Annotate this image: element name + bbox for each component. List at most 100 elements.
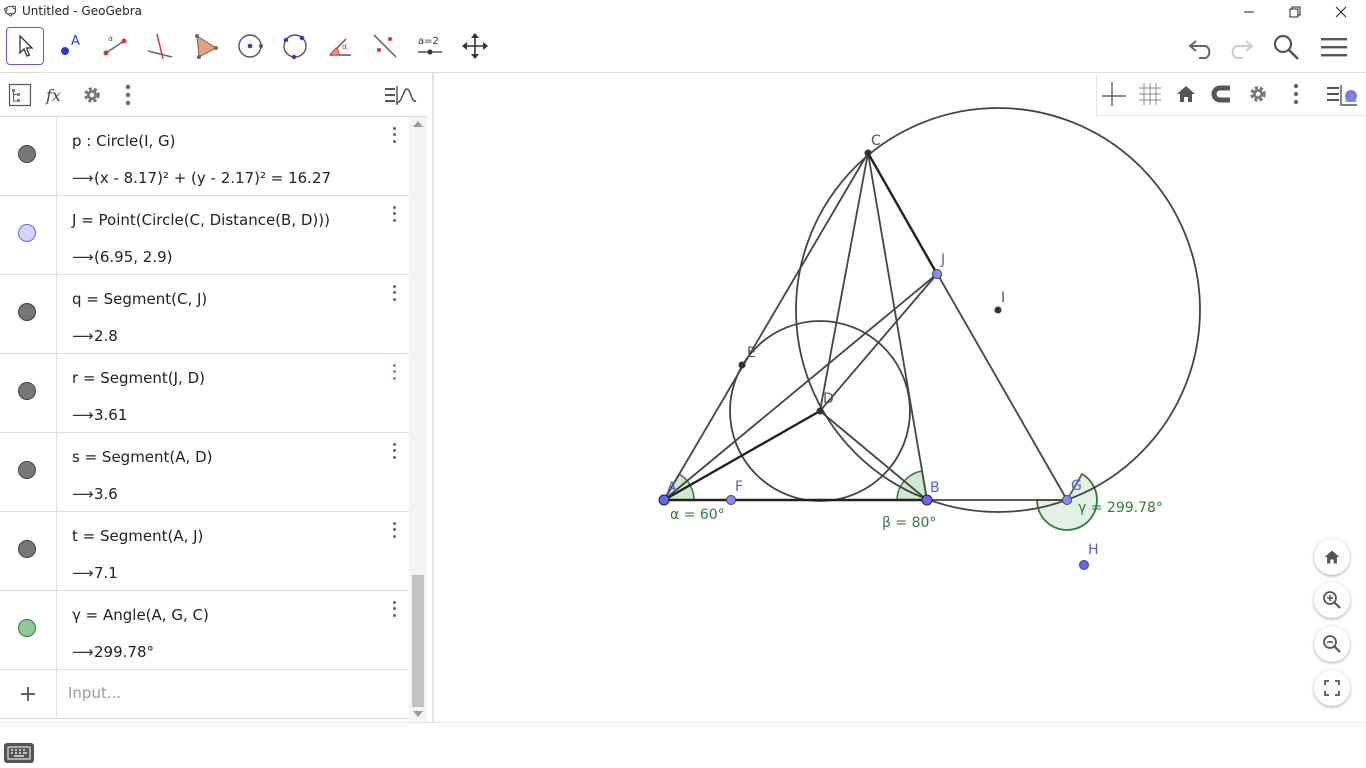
svg-text:a: a: [108, 34, 113, 43]
fullscreen-button[interactable]: [1314, 670, 1350, 706]
algebra-scrollbar[interactable]: [409, 117, 427, 723]
point-E[interactable]: [738, 361, 746, 369]
geometry-canvas[interactable]: A F B G C D E I J H α = 60° β = 80° γ = …: [434, 73, 1366, 723]
slider-tool[interactable]: a=2: [411, 27, 449, 65]
row-menu-button[interactable]: [386, 204, 402, 224]
polygon-tool[interactable]: [186, 27, 224, 65]
point-A[interactable]: [658, 494, 670, 506]
algebra-more-button[interactable]: [112, 79, 144, 111]
segment-t[interactable]: [663, 273, 938, 501]
row-definition[interactable]: r = Segment(J, D): [72, 369, 205, 387]
visibility-marker[interactable]: [0, 196, 57, 274]
main-menu-button[interactable]: [1316, 29, 1352, 65]
reflect-tool[interactable]: [366, 27, 404, 65]
angle-tool[interactable]: α: [321, 27, 359, 65]
grid-icon: [1139, 83, 1161, 105]
algebra-row[interactable]: γ = Angle(A, G, C) ⟶299.78°: [0, 591, 409, 670]
visibility-marker[interactable]: [0, 275, 57, 353]
algebra-row[interactable]: J = Point(Circle(C, Distance(B, D))) ⟶(6…: [0, 196, 409, 275]
scrollbar-thumb[interactable]: [412, 575, 424, 707]
visibility-marker[interactable]: [0, 591, 57, 669]
algebra-row[interactable]: s = Segment(A, D) ⟶3.6: [0, 433, 409, 512]
zoom-out-button[interactable]: [1314, 626, 1350, 662]
row-definition[interactable]: q = Segment(C, J): [72, 290, 207, 308]
zoom-in-button[interactable]: [1314, 582, 1350, 618]
row-menu-button[interactable]: [386, 125, 402, 145]
perspectives-button[interactable]: [382, 79, 418, 111]
algebra-input[interactable]: Input...: [68, 684, 121, 702]
row-definition[interactable]: p : Circle(I, G): [72, 132, 176, 150]
standard-view-button[interactable]: [1169, 77, 1203, 111]
graphics-more-button[interactable]: [1279, 77, 1313, 111]
point-F[interactable]: [726, 495, 736, 505]
line-tool[interactable]: a: [96, 27, 134, 65]
point-capturing-button[interactable]: [1205, 77, 1239, 111]
close-button[interactable]: [1318, 0, 1364, 23]
minimize-button[interactable]: [1226, 0, 1272, 23]
perpendicular-tool[interactable]: [141, 27, 179, 65]
circle-center-point-tool[interactable]: [231, 27, 269, 65]
graphics-perspectives-button[interactable]: [1323, 77, 1363, 111]
algebra-row[interactable]: p : Circle(I, G) ⟶(x - 8.17)² + (y - 2.1…: [0, 117, 409, 196]
restore-button[interactable]: [1272, 0, 1318, 23]
point-tool[interactable]: A: [51, 27, 89, 65]
scroll-down-icon[interactable]: [413, 711, 423, 717]
row-menu-button[interactable]: [386, 441, 402, 461]
segment-DB[interactable]: [819, 410, 928, 501]
plus-icon[interactable]: +: [0, 670, 57, 718]
point-B[interactable]: [921, 494, 933, 506]
point-H[interactable]: [1079, 560, 1089, 570]
toggle-axes-button[interactable]: [1097, 77, 1131, 111]
undo-button[interactable]: [1184, 29, 1220, 65]
home-view-button[interactable]: [1314, 539, 1350, 575]
algebra-input-row[interactable]: + Input...: [0, 670, 409, 719]
point-J[interactable]: [932, 269, 942, 279]
minimize-icon: [1244, 11, 1254, 12]
arrow-right-icon: ⟶: [72, 327, 94, 345]
visibility-marker[interactable]: [0, 433, 57, 511]
row-definition[interactable]: γ = Angle(A, G, C): [72, 606, 209, 624]
input-bar-toggle-button[interactable]: fx: [40, 79, 72, 111]
visibility-dot[interactable]: [18, 619, 36, 637]
segment-r[interactable]: [819, 273, 938, 412]
visibility-dot[interactable]: [18, 145, 36, 163]
toggle-grid-button[interactable]: [1133, 77, 1167, 111]
row-menu-button[interactable]: [386, 599, 402, 619]
algebra-row[interactable]: q = Segment(C, J) ⟶2.8: [0, 275, 409, 354]
search-button[interactable]: [1268, 29, 1304, 65]
graphics-settings-button[interactable]: [1241, 77, 1275, 111]
segment-AC[interactable]: [663, 152, 869, 501]
graphics-view[interactable]: A F B G C D E I J H α = 60° β = 80° γ = …: [434, 73, 1366, 723]
circle-three-points-tool[interactable]: [276, 27, 314, 65]
algebra-settings-button[interactable]: [76, 79, 108, 111]
visibility-dot[interactable]: [18, 224, 36, 242]
point-D[interactable]: [816, 407, 824, 415]
visibility-marker[interactable]: [0, 354, 57, 432]
label-F: F: [735, 479, 743, 495]
visibility-marker[interactable]: [0, 512, 57, 590]
hamburger-menu-icon: [1321, 38, 1347, 57]
visibility-dot[interactable]: [18, 461, 36, 479]
row-definition[interactable]: s = Segment(A, D): [72, 448, 212, 466]
move-graphics-tool[interactable]: [456, 27, 494, 65]
visibility-dot[interactable]: [18, 382, 36, 400]
point-I[interactable]: [994, 306, 1002, 314]
visibility-dot[interactable]: [18, 303, 36, 321]
point-G[interactable]: [1062, 495, 1072, 505]
row-menu-button[interactable]: [386, 520, 402, 540]
scroll-up-icon[interactable]: [413, 121, 423, 127]
algebra-view-toggle-button[interactable]: [4, 79, 36, 111]
algebra-row[interactable]: r = Segment(J, D) ⟶3.61: [0, 354, 409, 433]
visibility-dot[interactable]: [18, 540, 36, 558]
move-tool[interactable]: [6, 27, 44, 65]
row-menu-button[interactable]: [386, 362, 402, 382]
redo-button[interactable]: [1222, 29, 1258, 65]
row-definition[interactable]: t = Segment(A, J): [72, 527, 203, 545]
visibility-marker[interactable]: [0, 117, 57, 195]
keyboard-button[interactable]: [4, 743, 34, 763]
row-menu-button[interactable]: [386, 283, 402, 303]
algebra-row[interactable]: t = Segment(A, J) ⟶7.1: [0, 512, 409, 591]
row-definition[interactable]: J = Point(Circle(C, Distance(B, D))): [72, 211, 330, 229]
segment-DC[interactable]: [819, 152, 869, 412]
point-C[interactable]: [864, 149, 872, 157]
